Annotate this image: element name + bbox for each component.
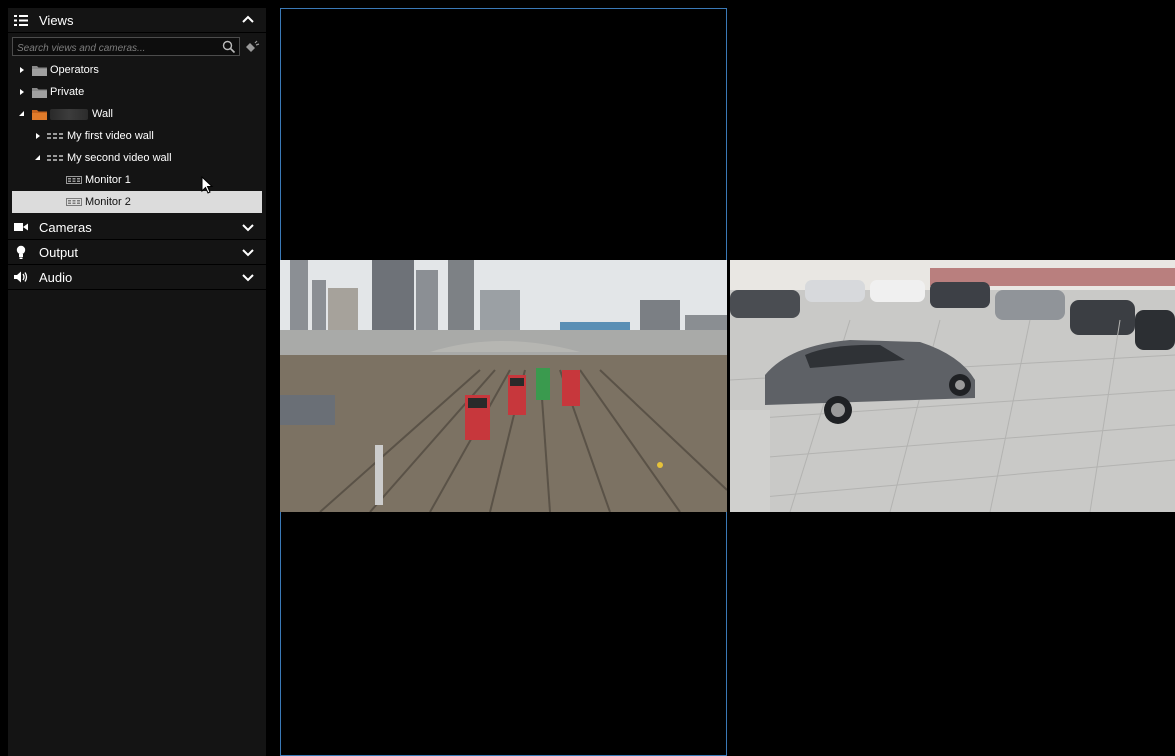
search-box (12, 37, 240, 57)
output-section-header[interactable]: Output (8, 240, 266, 265)
search-icon[interactable] (222, 40, 236, 54)
expand-triangle-icon[interactable] (33, 153, 43, 163)
folder-icon (32, 87, 47, 98)
tree-item-operators[interactable]: Operators (8, 59, 266, 81)
bulb-icon (13, 245, 29, 259)
expand-triangle-icon[interactable] (17, 65, 27, 75)
expand-triangle-icon[interactable] (17, 109, 27, 119)
camera-tile-parking-lot[interactable] (730, 260, 1175, 512)
speaker-icon (13, 270, 29, 284)
folder-icon (32, 109, 47, 120)
search-input[interactable] (13, 40, 239, 57)
tree-item-label: Operators (50, 64, 99, 76)
views-section-title: Views (39, 12, 74, 28)
camera-tile-train-yard[interactable] (280, 260, 727, 512)
monitor-icon (66, 175, 82, 185)
parking-lot-camera-feed (730, 260, 1175, 512)
views-section-header[interactable]: Views (8, 8, 266, 33)
camera-icon (13, 220, 29, 234)
views-sidebar: Views Operators Private (8, 8, 266, 756)
video-wall-icon (47, 153, 63, 163)
video-wall-icon (47, 131, 63, 141)
tree-item-label: Monitor 1 (85, 174, 131, 186)
expand-triangle-icon[interactable] (17, 87, 27, 97)
cameras-section-header[interactable]: Cameras (8, 215, 266, 240)
chevron-down-icon[interactable] (240, 244, 256, 260)
audio-section-title: Audio (39, 269, 73, 285)
output-section-title: Output (39, 244, 79, 260)
expand-triangle-icon[interactable] (33, 131, 43, 141)
chevron-down-icon[interactable] (240, 219, 256, 235)
train-yard-camera-feed (280, 260, 727, 512)
monitor-icon (66, 197, 82, 207)
tree-item-label: Monitor 2 (85, 196, 131, 208)
folder-icon (32, 65, 47, 76)
tree-item-label: My first video wall (67, 130, 154, 142)
tree-item-label: Wall (92, 108, 113, 120)
video-wall-preview-grid (280, 8, 1175, 756)
tree-item-first-video-wall[interactable]: My first video wall (8, 125, 266, 147)
redacted-text (50, 108, 88, 120)
cameras-section-title: Cameras (39, 219, 92, 235)
search-row (8, 37, 266, 59)
tree-item-wall[interactable]: Wall (8, 103, 266, 125)
tree-item-monitor-2[interactable]: Monitor 2 (12, 191, 262, 213)
chevron-down-icon[interactable] (240, 269, 256, 285)
tree-item-label: Private (50, 86, 85, 98)
grid-icon (13, 13, 29, 27)
mouse-cursor-icon (201, 175, 215, 196)
chevron-up-icon[interactable] (240, 12, 256, 28)
tree-item-private[interactable]: Private (8, 81, 266, 103)
tree-item-label: My second video wall (67, 152, 172, 164)
clear-search-icon[interactable] (244, 38, 260, 54)
audio-section-header[interactable]: Audio (8, 265, 266, 290)
tree-item-second-video-wall[interactable]: My second video wall (8, 147, 266, 169)
tree-item-monitor-1[interactable]: Monitor 1 (8, 169, 266, 191)
